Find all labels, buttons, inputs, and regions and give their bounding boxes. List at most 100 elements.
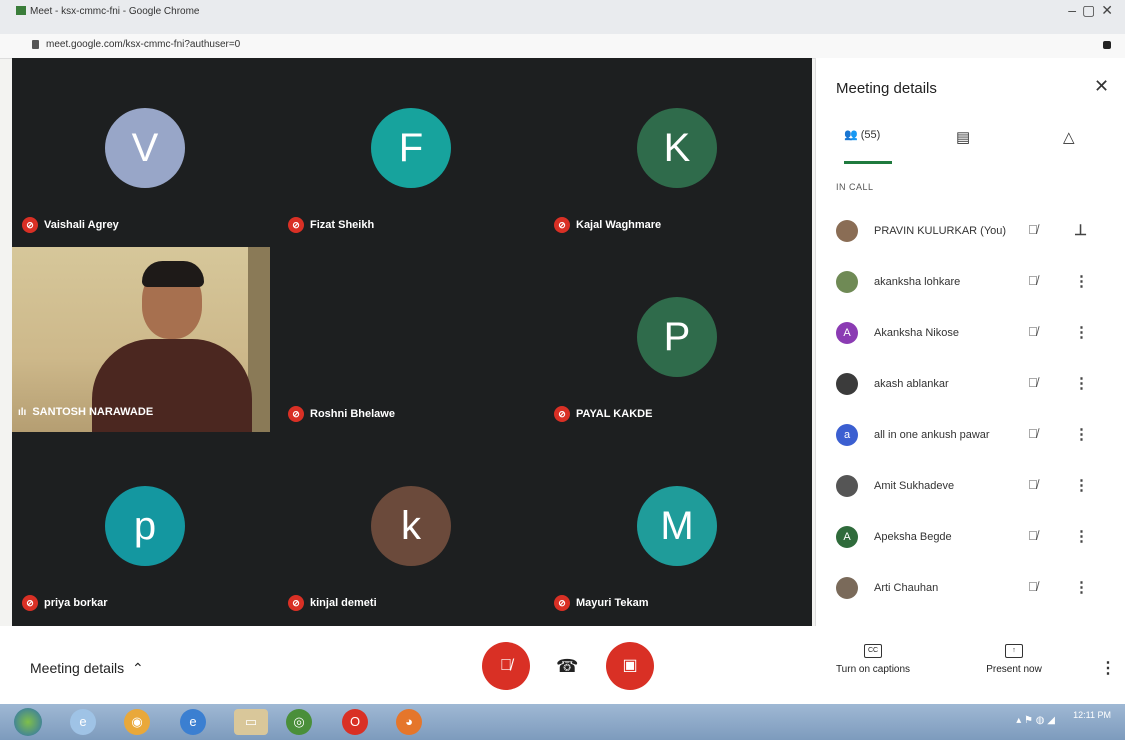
mic-off-icon: ⊘ — [22, 217, 38, 233]
microphone-toggle-button[interactable]: 🎙̸ — [482, 642, 530, 690]
list-item[interactable]: A Apeksha Begde 🎙̸ ⋮ — [816, 514, 1125, 566]
file-explorer-icon[interactable]: ▭ — [234, 709, 268, 735]
panel-tabs: 👥 (55) ▤ △ — [816, 128, 1125, 164]
tab-activities[interactable]: △ — [1063, 128, 1087, 164]
participant-tile[interactable]: p ⊘ priya borkar — [12, 436, 278, 625]
person-name: akanksha lohkare — [874, 276, 961, 288]
participant-tile[interactable]: M ⊘ Mayuri Tekam — [544, 436, 810, 625]
address-bar[interactable]: meet.google.com/ksx-cmmc-fni?authuser=0 — [0, 34, 1125, 59]
system-tray-icons[interactable]: ▴ ⚑ ◍ ◢ — [1016, 715, 1055, 726]
person-name: akash ablankar — [874, 378, 949, 390]
panel-title: Meeting details — [836, 80, 937, 97]
participant-avatar: V — [105, 108, 185, 188]
video-person-hair — [142, 261, 204, 287]
clock[interactable]: 12:11 PM — [1073, 710, 1111, 720]
present-label: Present now — [986, 664, 1042, 675]
participant-name: Fizat Sheikh — [310, 219, 375, 231]
tab-people[interactable]: 👥 (55) — [844, 128, 892, 164]
participant-tile[interactable]: k ⊘ kinjal demeti — [278, 436, 544, 625]
mic-off-icon: ⊘ — [22, 595, 38, 611]
internet-explorer-icon[interactable]: e — [180, 709, 206, 735]
url-text[interactable]: meet.google.com/ksx-cmmc-fni?authuser=0 — [46, 39, 240, 50]
mic-off-icon: 🎙̸ — [1028, 222, 1038, 237]
participant-avatar: k — [371, 486, 451, 566]
opera-icon[interactable]: O — [342, 709, 368, 735]
participant-tile[interactable]: F ⊘ Fizat Sheikh — [278, 58, 544, 247]
leave-call-button[interactable]: ☎ — [556, 656, 578, 677]
bottom-control-bar: Meeting details ⌃ 🎙̸ ☎ ▣ CC Turn on capt… — [0, 626, 1125, 704]
participant-name: Mayuri Tekam — [576, 597, 649, 609]
more-options-icon[interactable]: ⋮ — [1074, 272, 1089, 290]
mic-off-icon: 🎙̸ — [1028, 375, 1038, 390]
camera-toggle-button[interactable]: ▣ — [606, 642, 654, 690]
mic-off-icon: ⊘ — [288, 217, 304, 233]
list-item[interactable]: a all in one ankush pawar 🎙̸ ⋮ — [816, 412, 1125, 464]
media-player-icon[interactable]: ◉ — [124, 709, 150, 735]
captions-icon: CC — [864, 644, 882, 658]
participant-avatar: M — [637, 486, 717, 566]
section-label: IN CALL — [836, 182, 874, 192]
participant-video-tile[interactable]: ılı SANTOSH NARAWADE — [12, 247, 270, 432]
more-options-icon[interactable]: ⋮ — [1074, 578, 1089, 596]
start-button[interactable] — [14, 708, 42, 736]
mic-off-icon: 🎙̸ — [1028, 528, 1038, 543]
mic-off-icon: 🎙̸ — [1028, 324, 1038, 339]
mic-off-icon: ⊘ — [288, 406, 304, 422]
participant-name: Roshni Bhelawe — [310, 408, 395, 420]
captions-button[interactable]: CC Turn on captions — [825, 644, 921, 675]
avatar — [836, 475, 858, 497]
participant-name: Kajal Waghmare — [576, 219, 662, 231]
video-person-body — [92, 339, 252, 432]
mic-off-icon: 🎙̸ — [500, 657, 512, 674]
present-icon: ↑ — [1005, 644, 1023, 658]
mic-off-icon: ⊘ — [554, 217, 570, 233]
mic-off-icon: ⊘ — [288, 595, 304, 611]
participant-tile[interactable]: ⊘ Roshni Bhelawe — [278, 247, 544, 436]
meeting-details-button[interactable]: Meeting details ⌃ — [30, 660, 144, 677]
mic-off-icon: 🎙̸ — [1028, 426, 1038, 441]
avatar — [836, 373, 858, 395]
browser-title: Meet - ksx-cmmc-fni - Google Chrome — [30, 6, 200, 17]
participant-tile[interactable]: P ⊘ PAYAL KAKDE — [544, 247, 810, 436]
list-item[interactable]: akanksha lohkare 🎙̸ ⋮ — [816, 259, 1125, 311]
person-name: PRAVIN KULURKAR (You) — [874, 225, 1007, 237]
mic-off-icon: 🎙̸ — [1028, 477, 1038, 492]
list-item[interactable]: Arti Chauhan 🎙̸ ⋮ — [816, 565, 1125, 617]
list-item[interactable]: A Akanksha Nikose 🎙̸ ⋮ — [816, 310, 1125, 362]
participant-name: SANTOSH NARAWADE — [32, 406, 154, 418]
person-name: Akanksha Nikose — [874, 327, 959, 339]
close-icon[interactable]: ✕ — [1094, 76, 1109, 97]
window-controls[interactable]: –▢✕ — [1068, 2, 1119, 19]
participant-tile[interactable]: K ⊘ Kajal Waghmare — [544, 58, 810, 247]
person-name: all in one ankush pawar — [874, 429, 990, 441]
os-taskbar: e ◉ e ▭ ◎ O ◕ ▴ ⚑ ◍ ◢ 12:11 PM — [0, 704, 1125, 740]
more-options-icon[interactable]: ⋮ — [1100, 658, 1116, 678]
more-options-icon[interactable]: ⋮ — [1074, 476, 1089, 494]
participant-tile[interactable]: V ⊘ Vaishali Agrey — [12, 58, 278, 247]
tab-chat[interactable]: ▤ — [956, 128, 980, 164]
firefox-icon[interactable]: ◕ — [396, 709, 422, 735]
captions-label: Turn on captions — [835, 664, 911, 675]
activities-icon: △ — [1063, 129, 1075, 146]
chrome-icon[interactable]: ◎ — [286, 709, 312, 735]
more-options-icon[interactable]: ⋮ — [1074, 425, 1089, 443]
more-options-icon[interactable]: ⋮ — [1074, 527, 1089, 545]
browser-titlebar: Meet - ksx-cmmc-fni - Google Chrome –▢✕ — [0, 0, 1125, 35]
list-item[interactable]: PRAVIN KULURKAR (You) 🎙̸ ⊥ — [816, 208, 1125, 260]
extension-icon[interactable] — [1103, 41, 1111, 49]
pin-icon[interactable]: ⊥ — [1074, 221, 1087, 239]
mic-off-icon: 🎙̸ — [1028, 579, 1038, 594]
avatar: A — [836, 526, 858, 548]
video-grid: V ⊘ Vaishali Agrey F ⊘ Fizat Sheikh K ⊘ Kaj… — [12, 58, 812, 626]
avatar: A — [836, 322, 858, 344]
more-options-icon[interactable]: ⋮ — [1074, 323, 1089, 341]
person-name: Apeksha Begde — [874, 531, 952, 543]
list-item[interactable]: Amit Sukhadeve 🎙̸ ⋮ — [816, 463, 1125, 515]
avatar: a — [836, 424, 858, 446]
present-now-button[interactable]: ↑ Present now — [978, 644, 1050, 675]
ie-icon[interactable]: e — [70, 709, 96, 735]
participant-name: kinjal demeti — [310, 597, 377, 609]
more-options-icon[interactable]: ⋮ — [1074, 374, 1089, 392]
list-item[interactable]: akash ablankar 🎙̸ ⋮ — [816, 361, 1125, 413]
participant-avatar: F — [371, 108, 451, 188]
